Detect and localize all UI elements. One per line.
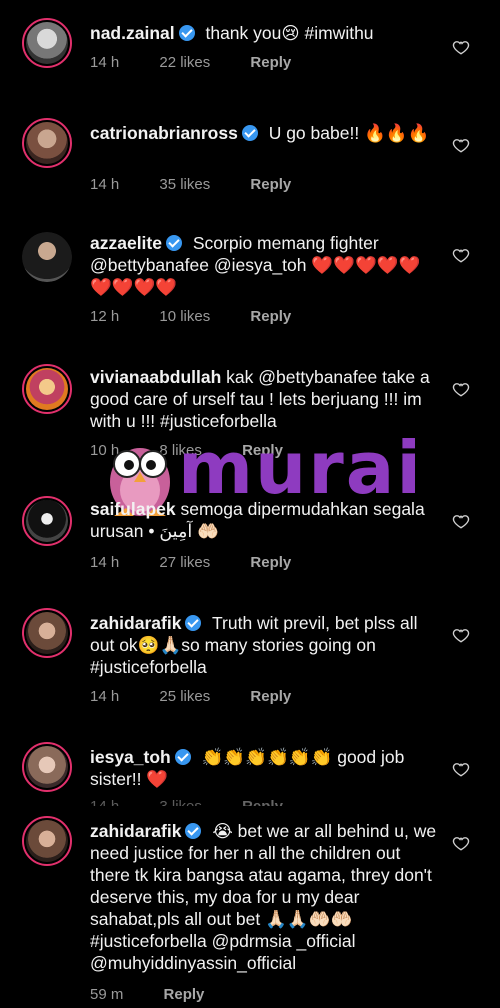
like-heart-icon[interactable] — [452, 760, 470, 778]
like-heart-icon[interactable] — [452, 136, 470, 154]
comment-username[interactable]: zahidarafik — [90, 821, 181, 841]
avatar[interactable] — [22, 118, 72, 168]
avatar[interactable] — [22, 18, 72, 68]
like-heart-icon[interactable] — [452, 38, 470, 56]
comment-time: 14 h — [90, 554, 120, 571]
comment-likes[interactable]: 27 likes — [159, 554, 210, 571]
reply-button[interactable]: Reply — [242, 798, 283, 806]
comment-username[interactable]: saifulapek — [90, 499, 176, 519]
reply-button[interactable]: Reply — [250, 688, 291, 705]
verified-badge-icon — [185, 823, 202, 839]
comment-time: 14 h — [90, 688, 120, 705]
comment-likes[interactable]: 3 likes — [159, 798, 202, 806]
reply-button[interactable]: Reply — [250, 554, 291, 571]
comment-text: thank you😢 #imwithu — [205, 23, 374, 43]
reply-button[interactable]: Reply — [250, 308, 291, 325]
comment-likes[interactable]: 35 likes — [159, 176, 210, 193]
reply-button[interactable]: Reply — [250, 54, 291, 71]
verified-badge-icon — [185, 615, 202, 631]
comment-time: 14 h — [90, 176, 120, 193]
like-heart-icon[interactable] — [452, 380, 470, 398]
comment-username[interactable]: azzaelite — [90, 233, 162, 253]
comment-text: 😭 bet we ar all behind u, we need justic… — [90, 821, 437, 973]
like-heart-icon[interactable] — [452, 834, 470, 852]
avatar[interactable] — [22, 232, 72, 282]
comment-time: 14 h — [90, 798, 119, 806]
reply-button[interactable]: Reply — [250, 176, 291, 193]
comment-username[interactable]: iesya_toh — [90, 747, 171, 767]
like-heart-icon[interactable] — [452, 626, 470, 644]
comment-text: U go babe!! 🔥🔥🔥 — [268, 123, 430, 143]
comment-time: 59 m — [90, 986, 124, 1003]
comment-likes[interactable]: 25 likes — [159, 688, 210, 705]
verified-badge-icon — [165, 235, 182, 251]
verified-badge-icon — [178, 25, 195, 41]
comment-username[interactable]: catrionabrianross — [90, 123, 238, 143]
comment-time: 14 h — [90, 54, 120, 71]
avatar[interactable] — [22, 496, 72, 546]
comment-likes[interactable]: 22 likes — [159, 54, 210, 71]
avatar[interactable] — [22, 364, 72, 414]
comment-username[interactable]: zahidarafik — [90, 613, 181, 633]
avatar[interactable] — [22, 816, 72, 866]
avatar[interactable] — [22, 608, 72, 658]
comment-time: 12 h — [90, 308, 120, 325]
comment-username[interactable]: vivianaabdullah — [90, 367, 221, 387]
verified-badge-icon — [241, 125, 258, 141]
verified-badge-icon — [174, 749, 191, 765]
reply-button[interactable]: Reply — [164, 986, 205, 1003]
like-heart-icon[interactable] — [452, 246, 470, 264]
comment-username[interactable]: nad.zainal — [90, 23, 175, 43]
comment-likes[interactable]: 10 likes — [159, 308, 210, 325]
like-heart-icon[interactable] — [452, 512, 470, 530]
avatar[interactable] — [22, 742, 72, 792]
